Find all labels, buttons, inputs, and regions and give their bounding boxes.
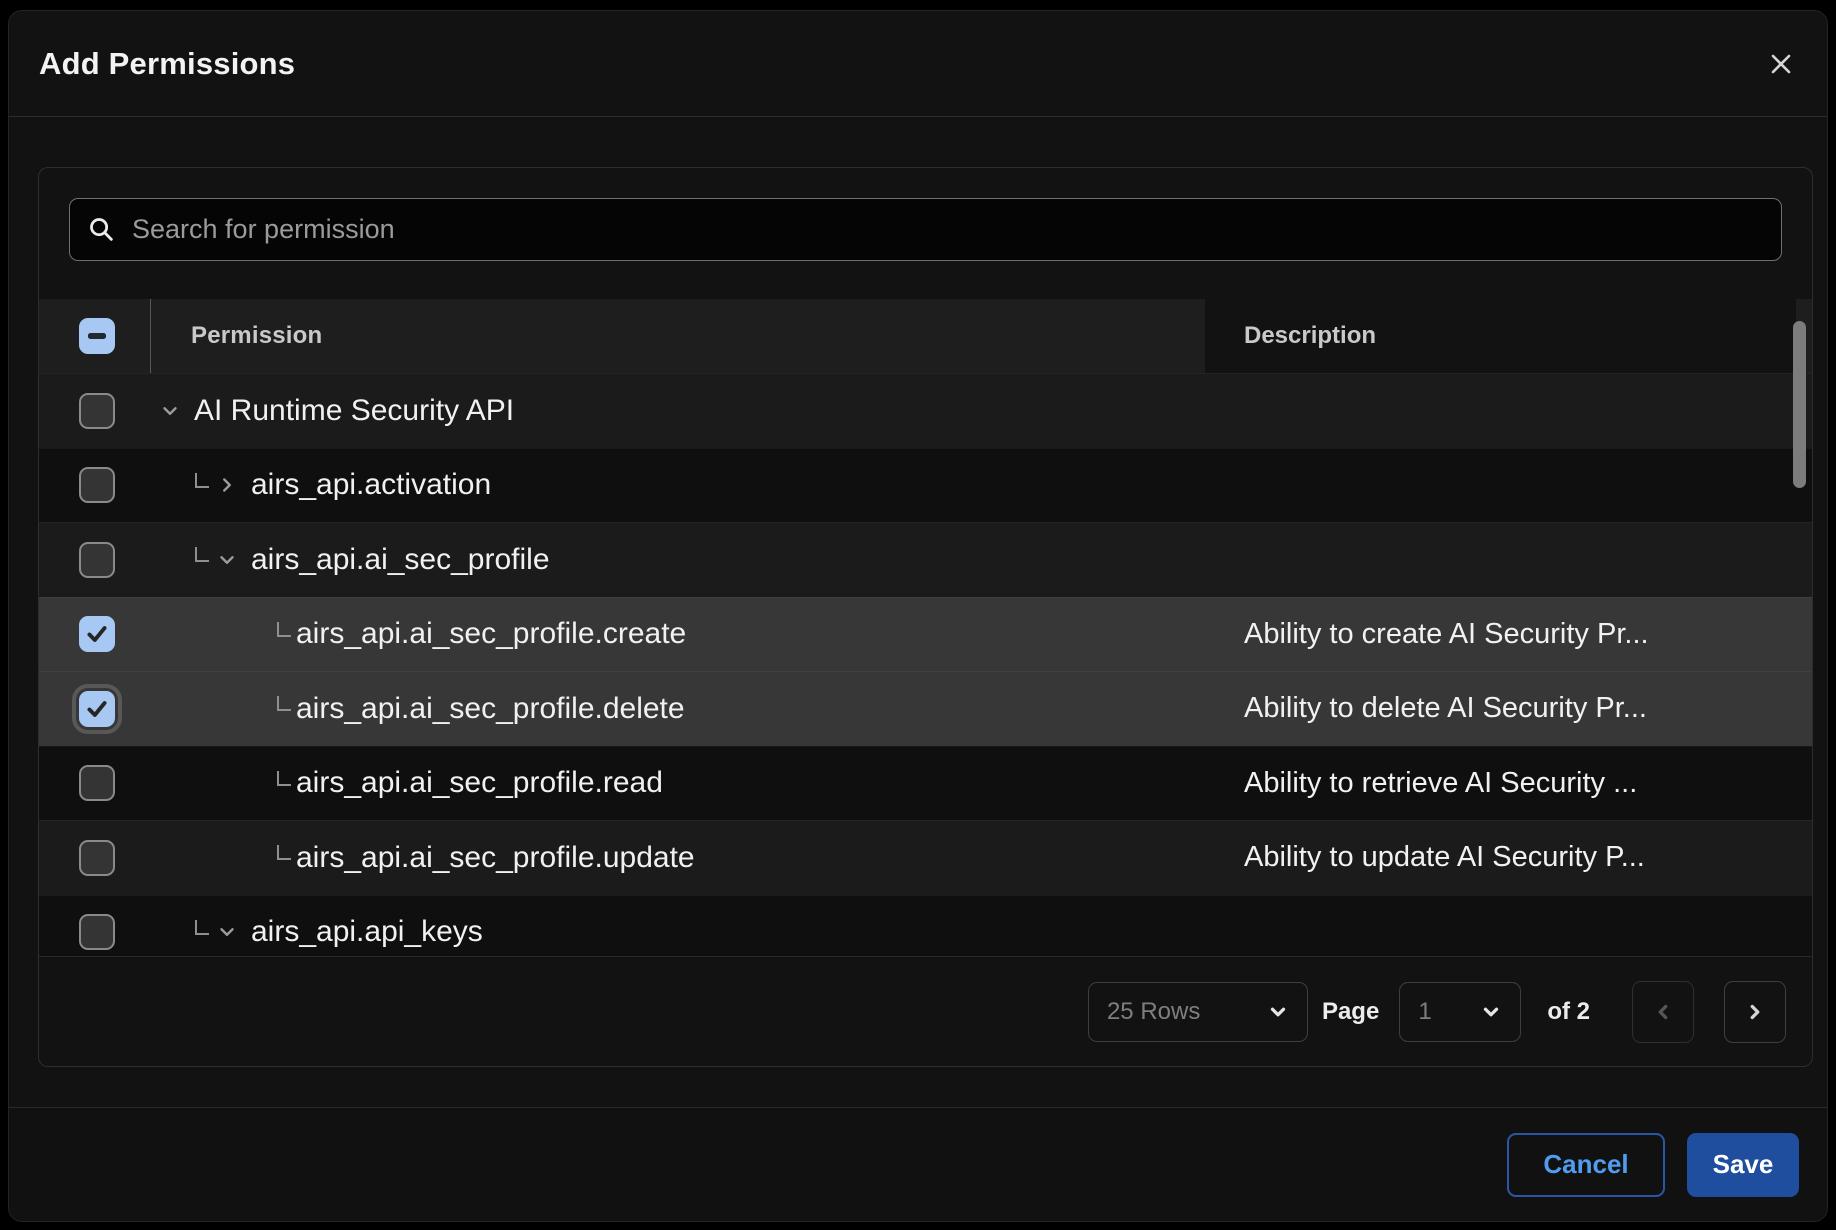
select-all-checkbox[interactable] [79, 318, 115, 354]
row-checkbox[interactable] [79, 467, 115, 503]
table-row[interactable]: airs_api.activation [39, 448, 1812, 523]
select-all-cell [39, 299, 151, 373]
modal-body: Permission Description AI Runtime Securi… [9, 117, 1827, 1107]
chevron-right-icon [1744, 1001, 1766, 1023]
row-checkbox[interactable] [79, 616, 115, 652]
column-header-description: Description [1205, 299, 1796, 373]
tree-connector-icon [277, 696, 291, 711]
modal-footer: Cancel Save [9, 1107, 1827, 1221]
row-checkbox-cell [39, 523, 151, 597]
page-label: Page [1322, 998, 1379, 1026]
row-checkbox-cell [39, 672, 151, 746]
tree-connector-icon [195, 547, 209, 562]
row-checkbox[interactable] [79, 393, 115, 429]
permission-label: airs_api.ai_sec_profile [251, 543, 550, 577]
table-row[interactable]: airs_api.ai_sec_profile.create Ability t… [39, 597, 1812, 672]
save-button[interactable]: Save [1687, 1133, 1799, 1197]
page-count-label: of 2 [1547, 998, 1590, 1026]
permission-label: airs_api.api_keys [251, 915, 483, 949]
chevron-down-icon [1267, 1001, 1289, 1023]
page-select[interactable]: 1 [1399, 982, 1521, 1042]
search-input[interactable] [130, 213, 1763, 246]
description-cell [1244, 523, 1752, 597]
modal-header: Add Permissions [9, 11, 1827, 117]
column-header-permission: Permission [151, 322, 322, 350]
previous-page-button[interactable] [1632, 981, 1694, 1043]
permission-label: airs_api.ai_sec_profile.create [296, 617, 686, 651]
table-row[interactable]: airs_api.ai_sec_profile.read Ability to … [39, 746, 1812, 821]
permission-label: airs_api.activation [251, 468, 491, 502]
pagination-bar: 25 Rows Page 1 of 2 [39, 956, 1812, 1066]
table-row[interactable]: airs_api.ai_sec_profile.delete Ability t… [39, 671, 1812, 746]
row-checkbox[interactable] [79, 542, 115, 578]
expand-chevron-icon[interactable] [158, 399, 182, 423]
tree-connector-icon [277, 622, 291, 637]
row-checkbox-cell [39, 747, 151, 821]
table-header: Permission Description [39, 299, 1812, 373]
permission-label: airs_api.ai_sec_profile.read [296, 766, 663, 800]
description-cell [1244, 374, 1752, 448]
row-checkbox[interactable] [79, 914, 115, 950]
row-checkbox[interactable] [79, 840, 115, 876]
table-row[interactable]: airs_api.ai_sec_profile [39, 522, 1812, 597]
add-permissions-modal: Add Permissions Permission [8, 10, 1828, 1222]
row-checkbox-cell [39, 449, 151, 523]
table-body: AI Runtime Security API airs_api.activat… [39, 373, 1812, 956]
description-cell: Ability to create AI Security Pr... [1244, 598, 1752, 672]
checkmark-icon [84, 621, 110, 647]
close-button[interactable] [1759, 42, 1803, 86]
tree-connector-icon [277, 771, 291, 786]
tree-connector-icon [195, 920, 209, 935]
row-checkbox-cell [39, 598, 151, 672]
cancel-button[interactable]: Cancel [1507, 1133, 1665, 1197]
chevron-down-icon [1480, 1001, 1502, 1023]
description-cell: Ability to update AI Security P... [1244, 821, 1752, 895]
tree-connector-icon [195, 473, 209, 488]
description-cell: Ability to retrieve AI Security ... [1244, 747, 1752, 821]
search-icon [88, 216, 116, 244]
close-icon [1765, 48, 1797, 80]
table-row[interactable]: AI Runtime Security API [39, 373, 1812, 448]
row-checkbox[interactable] [79, 765, 115, 801]
permission-label: airs_api.ai_sec_profile.update [296, 841, 695, 875]
row-checkbox-cell [39, 374, 151, 448]
row-checkbox-cell [39, 821, 151, 895]
expand-chevron-icon[interactable] [215, 473, 239, 497]
description-cell: Ability to delete AI Security Pr... [1244, 672, 1752, 746]
permission-label: AI Runtime Security API [194, 394, 514, 428]
expand-chevron-icon[interactable] [215, 920, 239, 944]
table-row[interactable]: airs_api.ai_sec_profile.update Ability t… [39, 820, 1812, 895]
chevron-left-icon [1652, 1001, 1674, 1023]
modal-title: Add Permissions [39, 46, 295, 82]
permissions-panel: Permission Description AI Runtime Securi… [38, 167, 1813, 1067]
rows-per-page-select[interactable]: 25 Rows [1088, 982, 1308, 1042]
description-cell [1244, 449, 1752, 523]
checkmark-icon [84, 696, 110, 722]
current-page-value: 1 [1418, 998, 1431, 1026]
description-cell [1244, 896, 1752, 957]
permission-label: airs_api.ai_sec_profile.delete [296, 692, 685, 726]
indeterminate-icon [88, 333, 106, 339]
row-checkbox-cell [39, 896, 151, 957]
next-page-button[interactable] [1724, 981, 1786, 1043]
rows-per-page-value: 25 Rows [1107, 998, 1200, 1026]
search-box[interactable] [69, 198, 1782, 261]
scrollbar-thumb[interactable] [1793, 321, 1806, 488]
expand-chevron-icon[interactable] [215, 548, 239, 572]
row-checkbox[interactable] [79, 691, 115, 727]
tree-connector-icon [277, 845, 291, 860]
table-row[interactable]: airs_api.api_keys [39, 895, 1812, 957]
